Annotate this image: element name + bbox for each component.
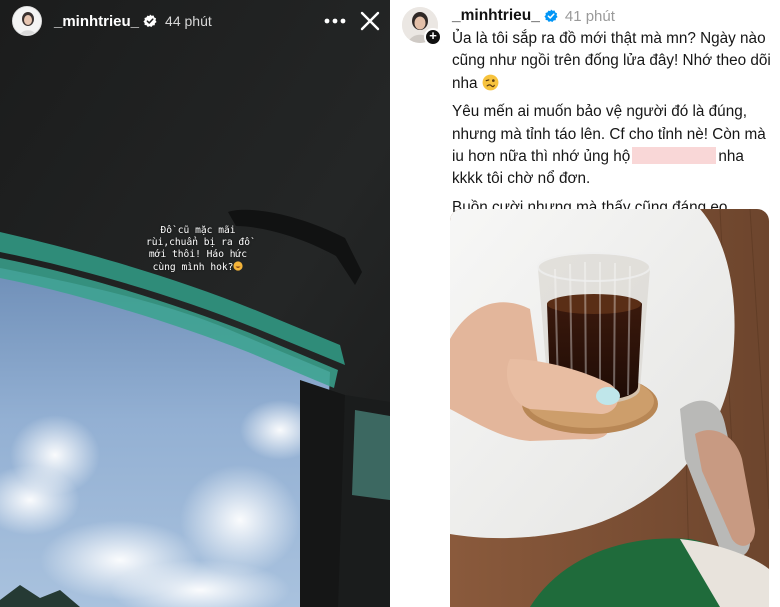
avatar[interactable]	[12, 6, 42, 36]
post-image[interactable]	[450, 209, 769, 607]
story-actions	[324, 11, 380, 31]
story-caption: Đồ cũ mặc mãi rùi,chuẩn bị ra đồ mới thô…	[136, 213, 260, 274]
coffee-photo	[450, 209, 769, 607]
story-viewer: _minhtrieu_ 44 phút Đồ cũ mặc mãi rùi,ch…	[0, 0, 390, 607]
close-icon[interactable]	[360, 11, 380, 31]
verified-badge-icon	[143, 14, 157, 27]
follow-plus-icon[interactable]: +	[424, 28, 442, 46]
post-username[interactable]: _minhtrieu_	[452, 7, 540, 25]
story-username[interactable]: _minhtrieu_	[54, 13, 139, 30]
post-timestamp: 41 phút	[564, 7, 615, 25]
post-paragraph: Yêu mến ai muốn bảo vệ người đó là đúng,…	[452, 101, 774, 191]
avatar-photo	[13, 7, 41, 35]
grin-emoji-icon	[233, 261, 244, 271]
redacted-block	[632, 147, 717, 165]
story-photo	[0, 0, 390, 607]
story-timestamp: 44 phút	[165, 13, 212, 29]
post-paragraph-text: Ủa là tôi sắp ra đồ mới thật mà mn? Ngày…	[452, 30, 771, 92]
more-icon[interactable]	[324, 18, 346, 24]
verified-badge-icon	[544, 9, 558, 22]
post-text: Ủa là tôi sắp ra đồ mới thật mà mn? Ngày…	[452, 28, 774, 225]
woozy-face-emoji-icon	[482, 74, 499, 91]
post-paragraph: Ủa là tôi sắp ra đồ mới thật mà mn? Ngày…	[452, 28, 774, 95]
story-header: _minhtrieu_ 44 phút	[12, 6, 380, 36]
post-header: _minhtrieu_ 41 phút	[452, 6, 615, 26]
